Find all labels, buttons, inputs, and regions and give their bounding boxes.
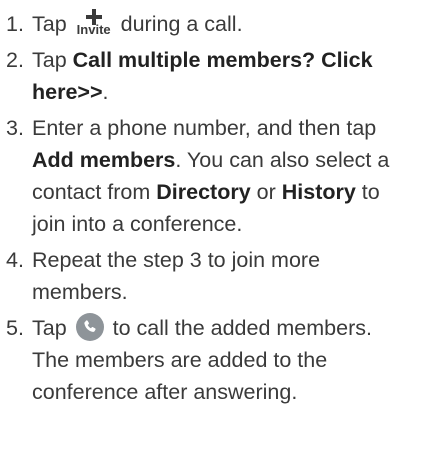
step-text-mid: or <box>250 180 282 204</box>
step-bold-directory: Directory <box>156 180 251 204</box>
step-text-pre: Enter a phone number, and then tap <box>32 116 377 140</box>
step-number: 2. <box>6 48 24 72</box>
instruction-steps: 1. Tap Invite during a call. 2. Tap Call… <box>0 0 424 408</box>
step-1: 1. Tap Invite during a call. <box>6 8 414 40</box>
step-text: Tap Invite during a call. <box>32 8 414 40</box>
phone-call-icon <box>75 313 104 341</box>
step-text-pre: Tap <box>32 316 67 340</box>
step-bold-add-members: Add members <box>32 148 176 172</box>
invite-icon-label: Invite <box>76 22 111 37</box>
step-bold-call-multiple: Call multiple members? Click here>> <box>32 48 373 104</box>
step-number: 3. <box>6 116 24 140</box>
step-number: 5. <box>6 316 24 340</box>
step-number: 4. <box>6 248 24 272</box>
step-text-post: . <box>102 80 109 104</box>
step-text: Enter a phone number, and then tap Add m… <box>32 112 414 240</box>
step-3: 3. Enter a phone number, and then tap Ad… <box>6 112 414 240</box>
step-number: 1. <box>6 12 24 36</box>
step-text-pre: Tap <box>32 12 67 36</box>
step-bold-history: History <box>281 180 356 204</box>
step-text: Tap to call the added members. The membe… <box>32 312 414 408</box>
step-text-post: during a call. <box>120 12 243 36</box>
step-5: 5. Tap to call the added members. The me… <box>6 312 414 408</box>
step-text-pre: Tap <box>32 48 73 72</box>
step-text: Repeat the step 3 to join more members. <box>32 248 321 304</box>
step-text: Tap Call multiple members? Click here>>. <box>32 44 414 108</box>
invite-icon: Invite <box>75 9 113 37</box>
step-2: 2. Tap Call multiple members? Click here… <box>6 44 414 108</box>
step-4: 4. Repeat the step 3 to join more member… <box>6 244 414 308</box>
